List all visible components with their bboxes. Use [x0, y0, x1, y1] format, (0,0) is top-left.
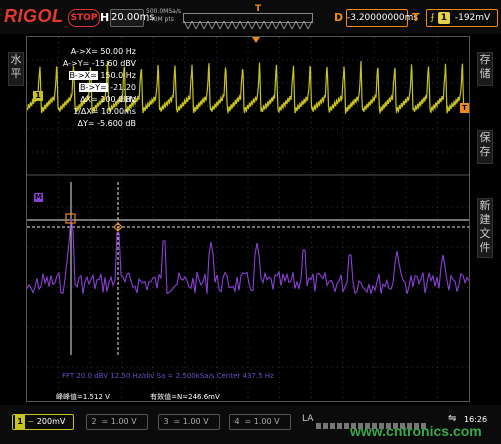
save-label: 保存	[479, 131, 491, 158]
math-rms: 有效值=N=246.6mV	[150, 393, 220, 401]
trigger-time-marker[interactable]	[252, 37, 260, 43]
ch4-coupling-icon: =	[244, 417, 252, 426]
la-label[interactable]: LA	[302, 414, 313, 424]
trigger-edge-icon: ⨍	[430, 13, 435, 23]
trigger-setting[interactable]: ⨍ 1 -192mV	[426, 9, 498, 27]
ch2-scale: 1.00 V	[110, 417, 137, 426]
measurement-value: 50.00 Hz	[100, 47, 136, 56]
sample-rate: 500.0MSa/s	[146, 8, 181, 15]
measurement-label: A->Y=	[62, 59, 90, 68]
measurement-label: B->X=	[68, 71, 98, 80]
measurement-row: A->X= 50.00 Hz	[62, 46, 136, 58]
storage-label: 存储	[479, 53, 491, 80]
new-file-button[interactable]: 新建文件	[477, 198, 493, 258]
brand-logo: RIGOL	[4, 6, 64, 26]
trigger-position-icon: T	[255, 4, 262, 14]
delay-value[interactable]: -3.20000000ms	[346, 9, 418, 27]
math-peak-peak: 峰峰值=1.512 V	[56, 393, 110, 401]
ch4-number: 4	[234, 417, 240, 426]
horizontal-menu-tab[interactable]: 水平	[8, 52, 24, 86]
measurement-label: ΔX=	[80, 95, 98, 104]
horizontal-menu-label: 水平	[10, 53, 22, 80]
measurement-row: B->X= 150.0 Hz	[62, 70, 136, 82]
math-offset-marker[interactable]: M	[34, 193, 43, 202]
measurement-row: ΔX= 100.0 Hz	[62, 94, 136, 106]
measurement-label: B->Y=	[78, 83, 108, 92]
ch1-coupling-icon: ~	[27, 417, 35, 426]
ch3-scale: 1.00 V	[182, 417, 209, 426]
ch3-coupling-icon: =	[173, 417, 181, 426]
ch4-scale: 1.00 V	[253, 417, 280, 426]
measurement-value: 100.0 Hz	[100, 95, 136, 104]
ch4-scale-box[interactable]: 4 = 1.00 V	[229, 414, 291, 430]
measurement-label: A->X=	[70, 47, 98, 56]
delay-label: D	[334, 11, 344, 24]
storage-menu-tab[interactable]: 存储	[477, 52, 493, 86]
measurement-row: A->Y= -15.60 dBV	[62, 58, 136, 70]
ch1-scale: 200mV	[36, 417, 66, 426]
measurement-value: 10.00ms	[101, 107, 136, 116]
measurement-row: ΔY= -5.600 dB	[62, 118, 136, 130]
measurement-value: -5.600 dB	[97, 119, 136, 128]
ch2-scale-box[interactable]: 2 = 1.00 V	[86, 414, 148, 430]
trigger-channel: 1	[437, 12, 450, 24]
measurement-label: ΔY=	[77, 119, 95, 128]
ch3-number: 3	[163, 417, 169, 426]
timebase-label: H	[100, 11, 110, 24]
memory-zigzag	[183, 20, 313, 30]
trigger-level: -192mV	[454, 13, 491, 23]
ch1-offset-marker[interactable]: 1	[33, 91, 43, 101]
trigger-label: T	[412, 11, 420, 24]
fft-info: FFT 20.0 dBV 12.50 Hz/div Sa = 2.500kSa/…	[62, 372, 274, 380]
memory-position-bar	[183, 13, 313, 30]
ch1-number: 1	[15, 415, 25, 429]
new-file-label: 新建文件	[479, 199, 491, 254]
cursor-measurement-panel: A->X= 50.00 Hz A->Y= -15.60 dBV B->X= 150.…	[62, 46, 136, 130]
watermark-text: www.cntronics.com	[350, 423, 482, 439]
sample-info: 500.0MSa/s 140M pts	[146, 8, 181, 24]
measurement-label: 1/ΔX=	[73, 107, 99, 116]
measurement-value: 150.0 Hz	[100, 71, 136, 80]
measurement-value: -15.60 dBV	[91, 59, 136, 68]
math-measurements: 峰峰值=1.512 V 有效值=N=246.6mV	[56, 392, 220, 402]
ch3-scale-box[interactable]: 3 = 1.00 V	[158, 414, 220, 430]
save-button[interactable]: 保存	[477, 130, 493, 164]
measurement-row: B->Y= -21.20 dBV	[62, 82, 136, 104]
ch2-number: 2	[91, 417, 97, 426]
la-channel-bits	[316, 415, 434, 429]
trigger-level-marker[interactable]: T	[460, 103, 469, 113]
timebase-scale[interactable]: 20.00ms	[110, 9, 155, 27]
ch2-coupling-icon: =	[101, 417, 109, 426]
memory-depth: 140M pts	[146, 16, 174, 23]
ch1-scale-box[interactable]: 1 ~ 200mV	[12, 414, 74, 430]
run-stop-button[interactable]: STOP	[68, 9, 100, 27]
measurement-row: 1/ΔX= 10.00ms	[62, 106, 136, 118]
